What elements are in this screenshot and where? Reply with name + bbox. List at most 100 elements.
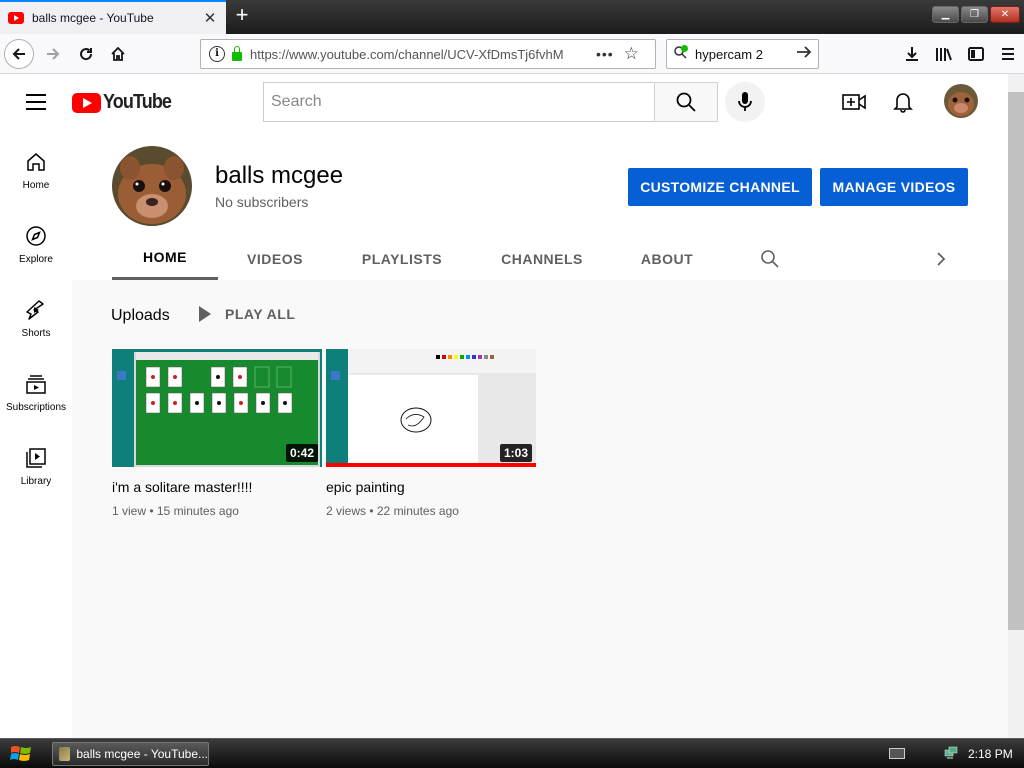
- browser-search-value[interactable]: hypercam 2: [695, 47, 796, 62]
- taskbar-browser-item[interactable]: balls mcgee - YouTube...: [52, 742, 209, 766]
- minimize-button[interactable]: ▁: [932, 6, 959, 23]
- tab-home[interactable]: HOME: [112, 237, 218, 280]
- sidebar-item-home[interactable]: Home: [0, 130, 72, 204]
- forward-arrow-icon: [47, 48, 60, 60]
- browser-tab[interactable]: balls mcgee - YouTube ✕: [0, 0, 226, 34]
- bookmark-star-icon[interactable]: ☆: [624, 44, 639, 64]
- menu-button[interactable]: [992, 39, 1024, 69]
- library-icon: [24, 446, 48, 470]
- microphone-icon: [738, 92, 752, 111]
- start-button[interactable]: [0, 740, 42, 768]
- close-tab-icon[interactable]: ✕: [200, 9, 220, 27]
- back-button[interactable]: [4, 39, 34, 69]
- bell-icon: [893, 93, 913, 113]
- reload-icon: [80, 48, 93, 61]
- browser-search-bar[interactable]: hypercam 2: [666, 39, 819, 69]
- youtube-logo[interactable]: YouTube: [72, 91, 179, 114]
- sidebar-label: Shorts: [21, 328, 51, 339]
- youtube-favicon-icon: [8, 12, 24, 24]
- video-thumbnail[interactable]: 0:42: [112, 349, 322, 467]
- video-duration: 1:03: [499, 444, 532, 462]
- youtube-sidebar: Home Explore Shorts Subscriptions Librar…: [0, 130, 72, 738]
- video-title[interactable]: i'm a solitare master!!!!: [112, 478, 322, 496]
- search-input[interactable]: [271, 93, 654, 111]
- video-card[interactable]: 0:42 i'm a solitare master!!!! 1 view • …: [112, 349, 322, 518]
- notifications-button[interactable]: [889, 88, 917, 116]
- subscriptions-icon: [24, 372, 48, 396]
- customize-channel-button[interactable]: CUSTOMIZE CHANNEL: [628, 168, 812, 206]
- scrollbar-thumb[interactable]: [1008, 92, 1024, 630]
- youtube-search-box[interactable]: [263, 82, 655, 122]
- browser-titlebar: balls mcgee - YouTube ✕ + ▁ ❐ ✕: [0, 0, 1024, 34]
- home-button[interactable]: [103, 39, 133, 69]
- tab-channels[interactable]: CHANNELS: [492, 237, 592, 280]
- clock: 2:18 PM: [968, 747, 1013, 761]
- channel-avatar[interactable]: [112, 146, 192, 226]
- sidebar-toggle-button[interactable]: [960, 39, 992, 69]
- downloads-button[interactable]: [896, 39, 928, 69]
- search-go-icon[interactable]: [796, 45, 812, 64]
- keyboard-icon[interactable]: [889, 748, 905, 759]
- back-arrow-icon: [12, 48, 25, 60]
- address-bar[interactable]: i https://www.youtube.com/channel/UCV-Xf…: [200, 39, 656, 69]
- uploads-heading[interactable]: Uploads: [111, 307, 170, 325]
- tab-title: balls mcgee - YouTube: [32, 11, 154, 25]
- search-engine-icon[interactable]: [674, 45, 688, 62]
- watched-progress-bar: [326, 463, 536, 467]
- video-duration: 0:42: [285, 444, 318, 462]
- tab-videos[interactable]: VIDEOS: [238, 237, 312, 280]
- youtube-play-icon: [72, 92, 101, 113]
- tab-about[interactable]: ABOUT: [634, 237, 700, 280]
- channel-search-icon[interactable]: [758, 247, 782, 271]
- reload-button[interactable]: [71, 39, 101, 69]
- sidebar-label: Subscriptions: [5, 402, 67, 413]
- forward-button[interactable]: [38, 39, 68, 69]
- mouse-deer-avatar-icon: [944, 84, 978, 118]
- page-actions-icon[interactable]: •••: [596, 46, 614, 62]
- info-icon[interactable]: i: [209, 46, 225, 62]
- sidebar-item-shorts[interactable]: Shorts: [0, 278, 72, 352]
- windows-logo-icon: [10, 746, 31, 761]
- library-books-icon: [936, 48, 952, 61]
- chevron-right-icon[interactable]: [929, 247, 953, 271]
- mouse-deer-photo-icon: [112, 146, 192, 226]
- library-button[interactable]: [928, 39, 960, 69]
- video-meta: 2 views • 22 minutes ago: [326, 504, 459, 518]
- video-thumbnail[interactable]: 1:03: [326, 349, 536, 467]
- sidebar-item-explore[interactable]: Explore: [0, 204, 72, 278]
- lock-icon[interactable]: [232, 45, 242, 61]
- voice-search-button[interactable]: [725, 82, 765, 122]
- video-title[interactable]: epic painting: [326, 478, 536, 496]
- guide-menu-icon[interactable]: [26, 94, 46, 110]
- taskbar-item-label: balls mcgee - YouTube...: [76, 747, 208, 761]
- close-window-button[interactable]: ✕: [990, 6, 1020, 23]
- network-icon[interactable]: [944, 746, 958, 760]
- sidebar-item-library[interactable]: Library: [0, 426, 72, 500]
- search-icon: [676, 92, 696, 112]
- window-controls: ▁ ❐ ✕: [932, 6, 1020, 23]
- hamburger-menu-icon: [1002, 48, 1014, 60]
- channel-tabs: HOME VIDEOS PLAYLISTS CHANNELS ABOUT: [112, 237, 972, 280]
- youtube-header: YouTube: [0, 74, 1008, 130]
- home-icon: [24, 150, 48, 174]
- windows-taskbar: balls mcgee - YouTube... 2:18 PM: [0, 738, 1024, 768]
- sidebar-label: Home: [22, 180, 50, 191]
- maximize-button[interactable]: ❐: [961, 6, 988, 23]
- tab-playlists[interactable]: PLAYLISTS: [354, 237, 450, 280]
- url-text[interactable]: https://www.youtube.com/channel/UCV-XfDm…: [250, 47, 588, 62]
- manage-videos-button[interactable]: MANAGE VIDEOS: [820, 168, 968, 206]
- new-tab-button[interactable]: +: [230, 4, 254, 28]
- play-all-button[interactable]: PLAY ALL: [199, 306, 295, 322]
- sidebar-icon: [968, 47, 984, 61]
- sidebar-item-subscriptions[interactable]: Subscriptions: [0, 352, 72, 426]
- youtube-logo-text: YouTube: [103, 91, 172, 113]
- download-icon: [906, 47, 918, 61]
- play-all-label: PLAY ALL: [225, 306, 296, 322]
- video-card[interactable]: 1:03 epic painting 2 views • 22 minutes …: [326, 349, 536, 518]
- create-video-button[interactable]: [840, 88, 868, 116]
- browser-app-icon: [59, 747, 71, 761]
- search-button[interactable]: [654, 82, 718, 122]
- subscriber-count: No subscribers: [215, 194, 309, 210]
- home-icon: [111, 46, 125, 61]
- account-avatar[interactable]: [944, 84, 978, 118]
